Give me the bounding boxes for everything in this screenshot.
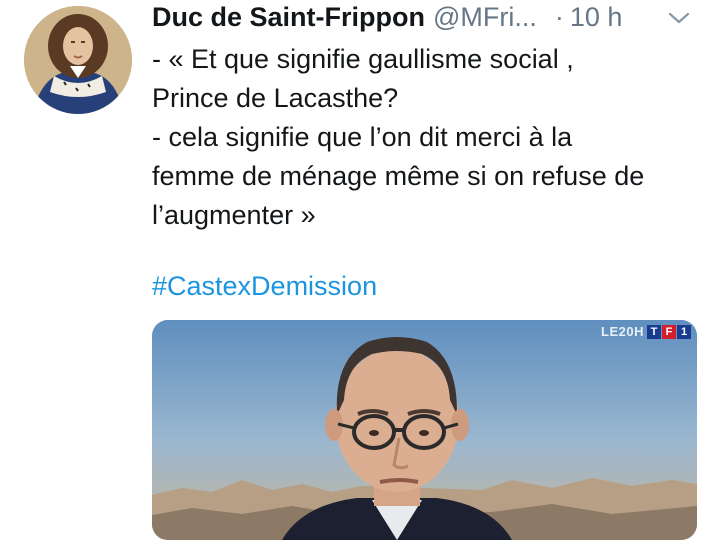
portrait-avatar-icon xyxy=(24,6,132,114)
hashtag-link[interactable]: #CastexDemission xyxy=(152,271,377,302)
tf1-letter-1: 1 xyxy=(677,324,691,339)
tweet-text-line: l’augmenter » xyxy=(152,200,316,230)
tweet-media-image[interactable]: LE20H T F 1 xyxy=(152,320,697,540)
tweet-text: - « Et que signifie gaullisme social , P… xyxy=(152,40,697,235)
tweet-menu-button[interactable] xyxy=(666,8,692,28)
tf1-logo: T F 1 xyxy=(647,324,691,339)
tweet-text-line: Prince de Lacasthe? xyxy=(152,83,399,113)
separator-dot: · xyxy=(554,2,564,32)
avatar[interactable] xyxy=(24,6,132,114)
program-logo-text: LE20H xyxy=(601,324,644,339)
channel-logo: LE20H T F 1 xyxy=(601,324,691,339)
tweet-text-line: - « Et que signifie gaullisme social , xyxy=(152,44,574,74)
tweet: Duc de Saint-Frippon @MFri... · 10 h - «… xyxy=(0,0,702,540)
tf1-letter-t: T xyxy=(647,324,661,339)
tf1-letter-f: F xyxy=(662,324,676,339)
user-handle[interactable]: @MFri... xyxy=(433,2,537,33)
timestamp[interactable]: 10 h xyxy=(570,2,623,33)
media-photo xyxy=(152,320,697,540)
tweet-text-line: femme de ménage même si on refuse de xyxy=(152,161,645,191)
tweet-header: Duc de Saint-Frippon @MFri... · 10 h xyxy=(152,2,622,36)
tweet-text-line: - cela signifie que l’on dit merci à la xyxy=(152,122,573,152)
chevron-down-icon xyxy=(668,12,690,24)
display-name[interactable]: Duc de Saint-Frippon xyxy=(152,2,425,33)
